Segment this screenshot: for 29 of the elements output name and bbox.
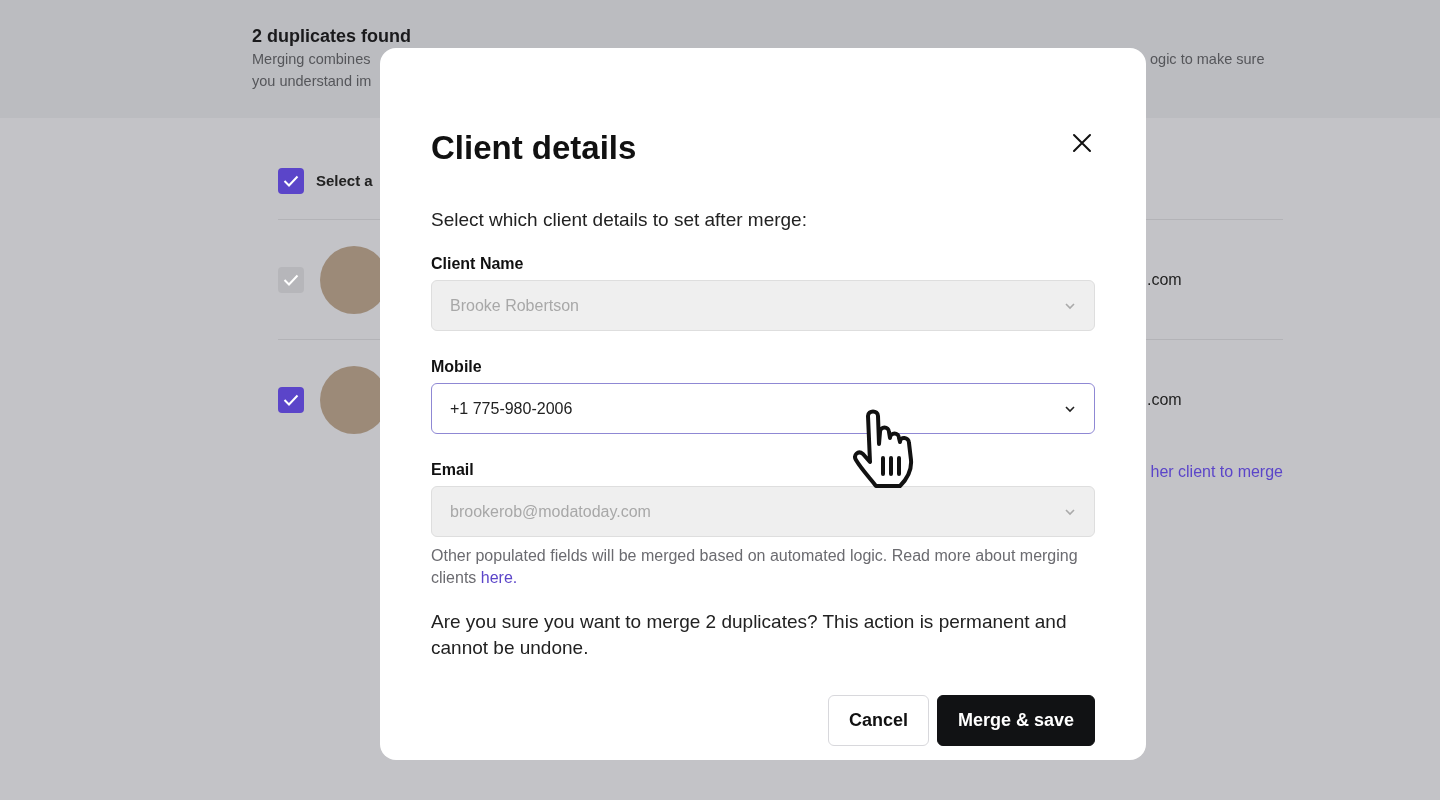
description-text: ogic to make sure [1150,50,1265,69]
here-link[interactable]: here. [480,569,518,586]
cancel-button[interactable]: Cancel [827,695,929,746]
instruction-text: Select which client details to set after merge: [431,208,808,232]
merge-button[interactable]: Merge & save [936,695,1095,746]
select-all-label: Select a [316,171,373,191]
chevron-down-icon [1064,507,1076,516]
helper-text: Other populated fields will be merged based on automated logic. Read more about merging clients here. [431,546,1079,588]
checkbox[interactable] [278,387,304,413]
field-label: Client Name [431,254,525,274]
select-field: Brooke Robertson [431,280,1095,331]
client-email: .com [1147,390,1183,410]
add-client-link[interactable]: her client to merge [1150,460,1283,484]
description-text: you understand im [252,72,373,91]
modal-title: Client details [431,128,637,168]
chevron-down-icon [1064,404,1076,413]
client-email: .com [1147,269,1183,290]
field-label: Email [431,460,475,480]
select-field[interactable]: +1 775-980-2006 [431,383,1095,434]
confirmation-text: Are you sure you want to merge 2 duplicates? This action is permanent and cannot be undone. [431,610,1068,660]
checkbox[interactable] [278,168,304,194]
check-icon [283,273,299,286]
page-title: 2 duplicates found [252,25,412,48]
chevron-down-icon [1064,301,1076,310]
description-text: Merging combines [252,50,372,69]
field-label: Mobile [431,357,483,377]
check-icon [283,394,299,406]
check-icon [283,175,299,187]
select-field: brookerob@modatoday.com [431,486,1095,537]
